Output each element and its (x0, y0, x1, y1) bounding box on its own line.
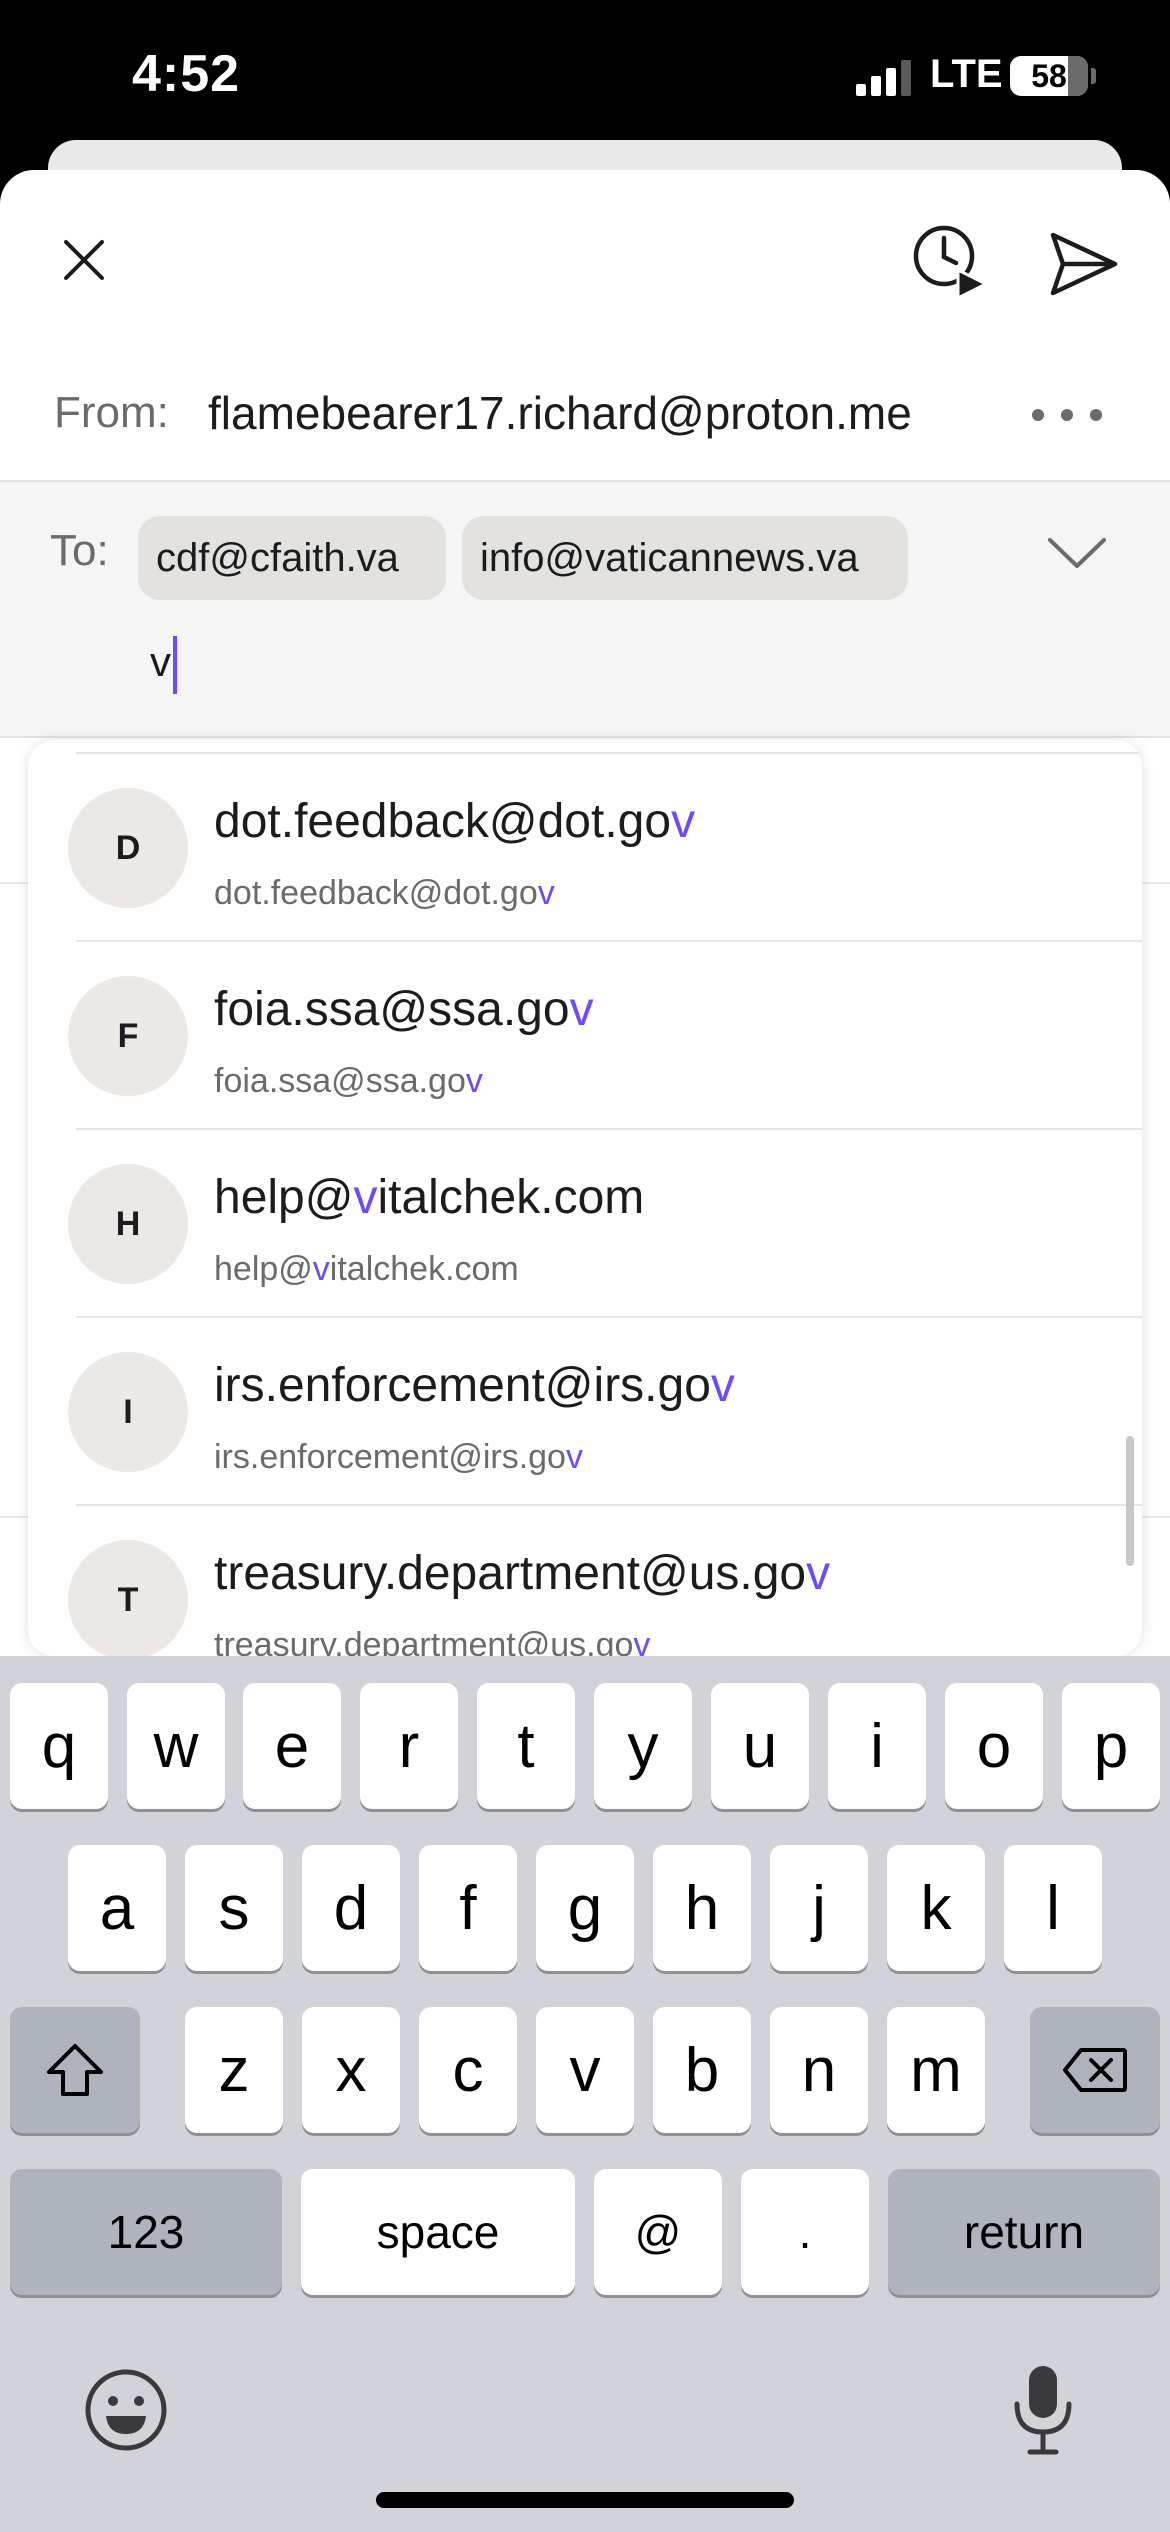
divider (76, 1504, 1142, 1506)
text-cursor (173, 636, 177, 694)
dot (1032, 409, 1044, 421)
key-x[interactable]: x (302, 2007, 400, 2133)
suggestion-email: irs.enforcement@irs.gov (214, 1438, 583, 1476)
key-a[interactable]: a (68, 1845, 166, 1971)
suggestion-item[interactable]: F foia.ssa@ssa.gov foia.ssa@ssa.gov (28, 940, 1142, 1128)
shift-icon (47, 2044, 103, 2096)
expand-recipients-button[interactable] (1042, 528, 1112, 578)
key-p[interactable]: p (1062, 1683, 1160, 1809)
home-indicator (376, 2492, 794, 2508)
avatar: F (68, 976, 188, 1096)
microphone-icon (1014, 2366, 1072, 2455)
divider (76, 752, 1142, 754)
suggestion-name: help@vitalchek.com (214, 1171, 645, 1224)
avatar: I (68, 1352, 188, 1472)
from-more-button[interactable] (1032, 400, 1102, 430)
key-h[interactable]: h (653, 1845, 751, 1971)
key-g[interactable]: g (536, 1845, 634, 1971)
key-j[interactable]: j (770, 1845, 868, 1971)
recipient-input[interactable]: v (150, 636, 177, 694)
key-n[interactable]: n (770, 2007, 868, 2133)
key-d[interactable]: d (302, 1845, 400, 1971)
key-o[interactable]: o (945, 1683, 1043, 1809)
recipient-chip[interactable]: cdf@cfaith.va (138, 516, 446, 600)
suggestion-item[interactable]: T treasury.department@us.gov treasury.de… (28, 1504, 1142, 1656)
key-k[interactable]: k (887, 1845, 985, 1971)
suggestion-item[interactable]: H help@vitalchek.com help@vitalchek.com (28, 1128, 1142, 1316)
schedule-send-button[interactable] (900, 210, 1000, 310)
key-m[interactable]: m (887, 2007, 985, 2133)
battery-nub (1091, 68, 1096, 84)
cellular-signal-icon (856, 60, 911, 96)
suggestion-name: irs.enforcement@irs.gov (214, 1359, 735, 1412)
close-button[interactable] (44, 220, 124, 300)
key-u[interactable]: u (711, 1683, 809, 1809)
avatar: H (68, 1164, 188, 1284)
emoji-icon (85, 2369, 167, 2451)
from-label: From: (54, 388, 169, 437)
key-c[interactable]: c (419, 2007, 517, 2133)
chevron-down-icon (1048, 538, 1106, 568)
recipient-input-text: v (150, 638, 171, 686)
divider (76, 940, 1142, 942)
key-b[interactable]: b (653, 2007, 751, 2133)
battery-level: 58 (1031, 58, 1067, 94)
key-t[interactable]: t (477, 1683, 575, 1809)
key-v[interactable]: v (536, 2007, 634, 2133)
key-l[interactable]: l (1004, 1845, 1102, 1971)
dot (1090, 409, 1102, 421)
send-icon (1050, 232, 1118, 296)
key-w[interactable]: w (127, 1683, 225, 1809)
emoji-button[interactable] (84, 2368, 168, 2457)
suggestion-email: dot.feedback@dot.gov (214, 874, 555, 912)
dot (1061, 409, 1073, 421)
numbers-key[interactable]: 123 (10, 2169, 282, 2295)
suggestion-email: treasury.department@us.gov (214, 1626, 651, 1656)
key-q[interactable]: q (10, 1683, 108, 1809)
key-f[interactable]: f (419, 1845, 517, 1971)
status-time: 4:52 (132, 45, 241, 103)
suggestion-item[interactable]: I irs.enforcement@irs.gov irs.enforcemen… (28, 1316, 1142, 1504)
send-button[interactable] (1036, 216, 1132, 312)
compose-toolbar (0, 170, 1170, 350)
dictation-button[interactable] (1008, 2362, 1078, 2463)
network-type: LTE (930, 52, 1003, 96)
divider (76, 1128, 1142, 1130)
to-label: To: (50, 526, 109, 575)
suggestion-item[interactable]: D dot.feedback@dot.gov dot.feedback@dot.… (28, 752, 1142, 940)
key-r[interactable]: r (360, 1683, 458, 1809)
suggestion-email: help@vitalchek.com (214, 1250, 519, 1288)
key-z[interactable]: z (185, 2007, 283, 2133)
keyboard: q w e r t y u i o p a s d f g h j k l z … (0, 1656, 1170, 2532)
at-key[interactable]: @ (594, 2169, 722, 2295)
scrollbar[interactable] (1126, 1436, 1134, 1566)
key-s[interactable]: s (185, 1845, 283, 1971)
battery-icon: 58 (1010, 56, 1088, 96)
from-address[interactable]: flamebearer17.richard@proton.me (208, 386, 912, 440)
delete-key[interactable] (1030, 2007, 1160, 2133)
backspace-icon (1063, 2048, 1127, 2092)
close-icon (64, 240, 104, 280)
key-y[interactable]: y (594, 1683, 692, 1809)
avatar: T (68, 1540, 188, 1656)
space-key[interactable]: space (301, 2169, 575, 2295)
shift-key[interactable] (10, 2007, 140, 2133)
key-i[interactable]: i (828, 1683, 926, 1809)
from-field: From: flamebearer17.richard@proton.me (0, 350, 1170, 482)
recipient-chip[interactable]: info@vaticannews.va (462, 516, 908, 600)
suggestion-name: foia.ssa@ssa.gov (214, 983, 594, 1036)
to-field: To: cdf@cfaith.va info@vaticannews.va v (0, 482, 1170, 738)
avatar: D (68, 788, 188, 908)
suggestion-email: foia.ssa@ssa.gov (214, 1062, 483, 1100)
key-e[interactable]: e (243, 1683, 341, 1809)
period-key[interactable]: . (741, 2169, 869, 2295)
suggestion-name: dot.feedback@dot.gov (214, 795, 696, 848)
divider (76, 1316, 1142, 1318)
schedule-send-icon (913, 225, 990, 300)
return-key[interactable]: return (888, 2169, 1160, 2295)
status-bar: 4:52 LTE 58 (0, 0, 1170, 150)
contact-suggestions: D dot.feedback@dot.gov dot.feedback@dot.… (28, 740, 1142, 1656)
suggestion-name: treasury.department@us.gov (214, 1547, 831, 1600)
